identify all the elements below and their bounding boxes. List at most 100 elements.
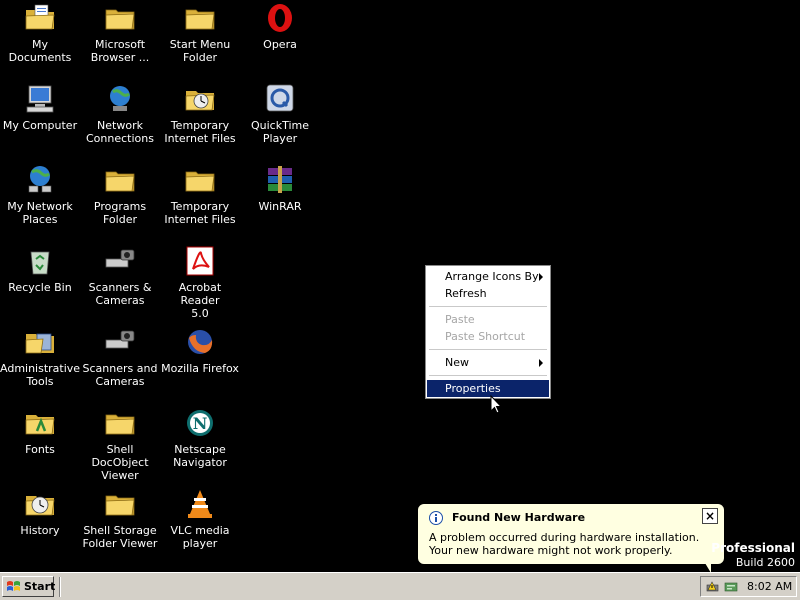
menu-item-refresh[interactable]: Refresh [427, 285, 549, 302]
desktop-icon[interactable]: Mozilla Firefox [160, 324, 240, 402]
desktop-icon[interactable]: Temporary Internet Files [160, 81, 240, 159]
desktop-icon[interactable]: WinRAR [240, 162, 320, 240]
menu-item-properties[interactable]: Properties [427, 380, 549, 397]
folder-icon [103, 488, 137, 520]
desktop-icon[interactable]: History [0, 486, 80, 564]
acrobat-icon [183, 245, 217, 277]
desktop-icon-label: Acrobat Reader 5.0 [178, 281, 222, 320]
winrar-icon [263, 164, 297, 196]
netscape-icon: N [183, 407, 217, 439]
menu-item-paste: Paste [427, 311, 549, 328]
windows-flag-icon [7, 581, 20, 591]
desktop-icon[interactable]: My Network Places [0, 162, 80, 240]
mouse-cursor-icon [490, 395, 502, 414]
desktop-icon-label: My Computer [2, 119, 78, 132]
menu-item-label: Paste [445, 313, 475, 326]
folder-icon [103, 164, 137, 196]
desktop-icon-label: Start Menu Folder [169, 38, 231, 64]
menu-separator [429, 375, 547, 376]
desktop-icon-label: Shell Storage Folder Viewer [82, 524, 158, 550]
menu-item-label: Properties [445, 382, 501, 395]
desktop-icon[interactable]: Start Menu Folder [160, 0, 240, 78]
desktop-icon[interactable]: N Netscape Navigator [160, 405, 240, 483]
fonts-folder-icon [23, 407, 57, 439]
desktop-icon-label: Mozilla Firefox [161, 362, 239, 375]
desktop-icon-label: Network Connections [86, 119, 154, 145]
svg-text:N: N [193, 414, 208, 433]
desktop-icon-label: Temporary Internet Files [164, 200, 236, 226]
hardware-warning-icon[interactable] [705, 579, 721, 595]
folder-icon [103, 407, 137, 439]
found-new-hardware-balloon: Found New Hardware × A problem occurred … [417, 503, 725, 576]
menu-separator [429, 306, 547, 307]
quicktime-icon [263, 83, 297, 115]
desktop-icon-label: Programs Folder [93, 200, 147, 226]
desktop-icon[interactable]: Network Connections [80, 81, 160, 159]
menu-item-arrange-icons-by[interactable]: Arrange Icons By [427, 268, 549, 285]
temp-internet-files-icon [183, 83, 217, 115]
balloon-title: Found New Hardware [452, 511, 586, 524]
info-icon [429, 511, 443, 525]
context-menu: Arrange Icons By Refresh Paste Paste Sho… [425, 265, 551, 399]
my-computer-icon [23, 83, 57, 115]
start-button[interactable]: Start [2, 576, 56, 597]
desktop-icon[interactable]: Scanners and Cameras [80, 324, 160, 402]
menu-separator [429, 349, 547, 350]
desktop-icon[interactable]: My Documents [0, 0, 80, 78]
network-connections-icon [103, 83, 137, 115]
desktop-icon[interactable]: Temporary Internet Files [160, 162, 240, 240]
desktop-icon-label: Microsoft Browser ... [90, 38, 150, 64]
system-tray: 8:02 AM [700, 576, 797, 597]
desktop-icon[interactable]: QuickTime Player [240, 81, 320, 159]
balloon-message: A problem occurred during hardware insta… [429, 531, 700, 557]
desktop[interactable]: My Documents Microsoft Browser ... Start M… [0, 0, 800, 572]
desktop-icon-label: My Documents [8, 38, 72, 64]
desktop-icon-label: History [20, 524, 60, 537]
close-button[interactable]: × [702, 508, 718, 524]
desktop-icon[interactable]: Acrobat Reader 5.0 [160, 243, 240, 321]
desktop-icon-label: WinRAR [258, 200, 302, 213]
new-hardware-icon[interactable] [723, 579, 739, 595]
desktop-icon-label: Netscape Navigator [173, 443, 227, 469]
desktop-icon[interactable]: Shell DocObject Viewer [80, 405, 160, 483]
desktop-icon[interactable]: Programs Folder [80, 162, 160, 240]
desktop-icon[interactable]: Recycle Bin [0, 243, 80, 321]
menu-item-label: New [445, 356, 469, 369]
start-label: Start [24, 580, 56, 593]
desktop-icon[interactable]: My Computer [0, 81, 80, 159]
desktop-icon-label: Scanners & Cameras [88, 281, 152, 307]
submenu-arrow-icon [539, 273, 543, 281]
desktop-icon-label: Temporary Internet Files [164, 119, 236, 145]
menu-item-new[interactable]: New [427, 354, 549, 371]
folder-icon [103, 2, 137, 34]
desktop-icon[interactable]: VLC media player [160, 486, 240, 564]
my-documents-icon [23, 2, 57, 34]
menu-item-label: Arrange Icons By [445, 270, 539, 283]
folder-icon [183, 164, 217, 196]
firefox-icon [183, 326, 217, 358]
network-places-icon [23, 164, 57, 196]
folder-icon [183, 2, 217, 34]
menu-item-label: Refresh [445, 287, 487, 300]
menu-item-label: Paste Shortcut [445, 330, 526, 343]
desktop-icon-label: Opera [263, 38, 297, 51]
build-watermark: Build 2600 [735, 556, 795, 569]
desktop-icon[interactable]: Scanners & Cameras [80, 243, 160, 321]
desktop-icon-label: My Network Places [7, 200, 73, 226]
opera-icon [263, 2, 297, 34]
taskbar-divider [59, 577, 61, 597]
desktop-icon-label: QuickTime Player [250, 119, 310, 145]
vlc-icon [183, 488, 217, 520]
desktop-icon[interactable]: Opera [240, 0, 320, 78]
menu-item-paste-shortcut: Paste Shortcut [427, 328, 549, 345]
admin-tools-icon [23, 326, 57, 358]
taskbar-clock: 8:02 AM [747, 580, 793, 593]
scanner-icon [103, 245, 137, 277]
desktop-icon[interactable]: Administrative Tools [0, 324, 80, 402]
desktop-icon-label: Administrative Tools [0, 362, 81, 388]
desktop-icon[interactable]: Shell Storage Folder Viewer [80, 486, 160, 564]
recycle-bin-icon [23, 245, 57, 277]
desktop-icon[interactable]: Fonts [0, 405, 80, 483]
scanner-icon [103, 326, 137, 358]
desktop-icon[interactable]: Microsoft Browser ... [80, 0, 160, 78]
